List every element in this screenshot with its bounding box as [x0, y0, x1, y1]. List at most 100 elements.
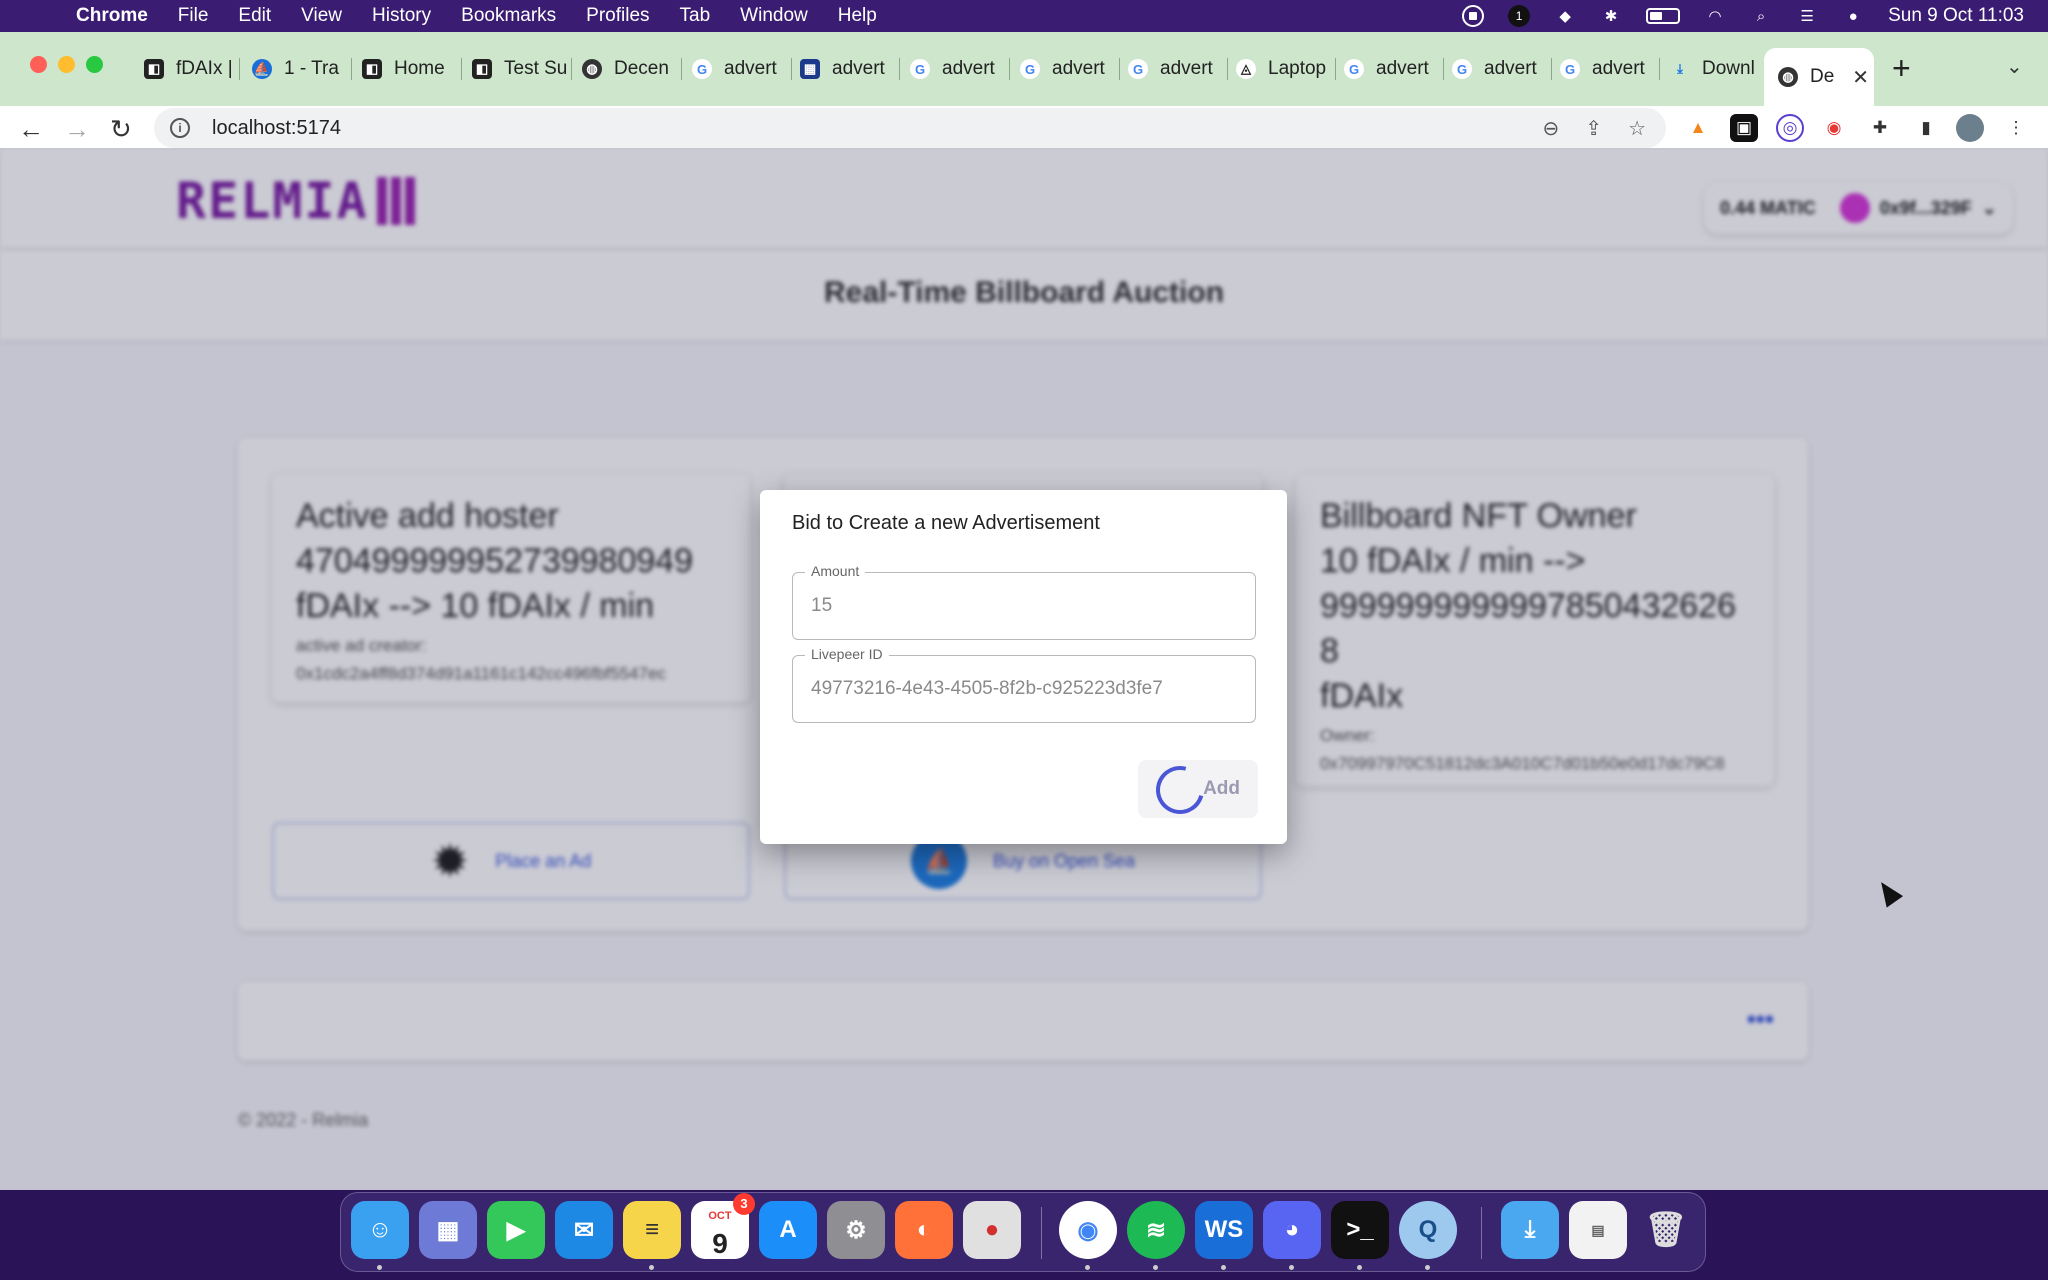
- menu-app-name[interactable]: Chrome: [76, 5, 148, 27]
- tab-label: De: [1810, 66, 1835, 87]
- new-tab-icon[interactable]: +: [1892, 50, 1911, 87]
- menu-view[interactable]: View: [301, 5, 342, 27]
- tab-laptop[interactable]: ◬ Laptop: [1236, 48, 1336, 90]
- amount-field[interactable]: Amount: [792, 563, 1256, 640]
- menu-status-area: 1 ◆ ✱ ◠ ⌕ ☰ ● Sun 9 Oct 11:03: [1462, 0, 2024, 32]
- bid-dialog: Bid to Create a new Advertisement Amount…: [760, 490, 1287, 844]
- siri-icon[interactable]: ●: [1842, 7, 1864, 25]
- menu-tab[interactable]: Tab: [680, 5, 711, 27]
- quicktime-icon[interactable]: Q: [1399, 1201, 1457, 1259]
- terminal-icon[interactable]: >_: [1331, 1201, 1389, 1259]
- tab-advert-1[interactable]: Gadvert: [692, 48, 792, 90]
- bluetooth-icon[interactable]: ✱: [1600, 7, 1622, 25]
- globe-favicon-icon: ◍: [1778, 67, 1798, 87]
- firefox-icon[interactable]: ◐: [895, 1201, 953, 1259]
- bookmark-star-icon[interactable]: ☆: [1628, 116, 1646, 141]
- menu-bookmarks[interactable]: Bookmarks: [461, 5, 556, 27]
- screen-recorder-icon[interactable]: ●: [963, 1201, 1021, 1259]
- discord-icon[interactable]: ◕: [1263, 1201, 1321, 1259]
- livepeer-id-input[interactable]: [811, 678, 1241, 700]
- menu-file[interactable]: File: [178, 5, 209, 27]
- globe-favicon-icon: ◍: [582, 59, 602, 79]
- color-extension-icon[interactable]: ◉: [1820, 114, 1848, 142]
- wifi-icon[interactable]: ◠: [1704, 7, 1726, 25]
- tab-advert-7[interactable]: Gadvert: [1452, 48, 1552, 90]
- extension-circle-icon[interactable]: ◎: [1776, 114, 1804, 142]
- address-bar[interactable]: i localhost:5174 ⊖ ⇪ ☆: [154, 108, 1666, 148]
- transak-favicon-icon: ⛵: [252, 59, 272, 79]
- reload-icon[interactable]: ↻: [110, 114, 132, 145]
- tab-downloads[interactable]: ⤓ Downl: [1670, 48, 1770, 90]
- macos-menu-bar: Chrome File Edit View History Bookmarks …: [0, 0, 2048, 32]
- tab-label: Test Su: [504, 58, 568, 79]
- livepeer-field[interactable]: Livepeer ID: [792, 646, 1256, 723]
- extension-icon[interactable]: ▣: [1730, 114, 1758, 142]
- calendar-icon[interactable]: OCT 9 3: [691, 1193, 755, 1259]
- window-zoom-button[interactable]: [86, 56, 103, 73]
- menu-edit[interactable]: Edit: [238, 5, 271, 27]
- add-button[interactable]: Add: [1138, 757, 1258, 823]
- trash-icon[interactable]: 🗑: [1637, 1201, 1695, 1259]
- webstorm-icon[interactable]: WS: [1195, 1201, 1253, 1259]
- battery-icon[interactable]: [1646, 8, 1681, 24]
- tab-transak[interactable]: ⛵ 1 - Tra: [252, 48, 352, 90]
- window-close-button[interactable]: [30, 56, 47, 73]
- menu-window[interactable]: Window: [740, 5, 808, 27]
- launchpad-icon[interactable]: ▦: [419, 1201, 477, 1259]
- tab-fdaix[interactable]: ◧ fDAIx |: [144, 48, 240, 90]
- window-minimize-button[interactable]: [58, 56, 75, 73]
- tab-advert-2[interactable]: ▦ advert: [800, 48, 900, 90]
- app-status-icon[interactable]: ◆: [1554, 7, 1576, 25]
- control-center-icon[interactable]: ☰: [1796, 7, 1818, 25]
- zoom-icon[interactable]: ⊖: [1543, 116, 1560, 141]
- tab-home[interactable]: ◧ Home: [362, 48, 462, 90]
- notes-icon[interactable]: ≡: [623, 1201, 681, 1259]
- tab-advert-5[interactable]: Gadvert: [1128, 48, 1228, 90]
- profile-avatar[interactable]: [1956, 114, 1984, 142]
- macos-dock: ☺ ▦ ▶ ✉ ≡ OCT 9 3 A ⚙ ◐ ● ◉ ≋ WS ◕ >_ Q …: [340, 1192, 1706, 1272]
- tab-test-suite[interactable]: ◧ Test Su: [472, 48, 572, 90]
- back-arrow-icon[interactable]: ←: [18, 114, 44, 145]
- facetime-icon[interactable]: ▶: [487, 1201, 545, 1259]
- forward-arrow-icon[interactable]: →: [64, 114, 90, 145]
- screen-record-icon[interactable]: [1462, 5, 1485, 27]
- menu-profiles[interactable]: Profiles: [586, 5, 649, 27]
- app-store-icon[interactable]: A: [759, 1201, 817, 1259]
- tab-label: Home: [394, 58, 445, 79]
- tab-active-dev[interactable]: ◍ De ✕: [1764, 48, 1874, 106]
- loading-spinner-icon: [1147, 757, 1213, 823]
- tab-advert-4[interactable]: Gadvert: [1020, 48, 1120, 90]
- google-favicon-icon: G: [910, 59, 930, 79]
- tab-decen[interactable]: ◍ Decen: [582, 48, 682, 90]
- menu-help[interactable]: Help: [838, 5, 877, 27]
- screenshot-thumbnail-icon[interactable]: ▤: [1569, 1201, 1627, 1259]
- puzzle-extensions-icon[interactable]: ✚: [1866, 114, 1894, 142]
- menu-clock[interactable]: Sun 9 Oct 11:03: [1888, 5, 2024, 27]
- tab-search-chevron-icon[interactable]: ⌄: [2006, 54, 2023, 79]
- site-info-icon[interactable]: i: [170, 118, 190, 138]
- tab-advert-8[interactable]: Gadvert: [1560, 48, 1660, 90]
- metamask-extension-icon[interactable]: ▲: [1684, 114, 1712, 142]
- amount-input[interactable]: [811, 595, 1241, 617]
- tab-label: advert: [1484, 58, 1537, 79]
- tab-advert-6[interactable]: Gadvert: [1344, 48, 1444, 90]
- finder-icon[interactable]: ☺: [351, 1201, 409, 1259]
- address-url[interactable]: localhost:5174: [212, 117, 341, 140]
- tab-label: Laptop: [1268, 58, 1327, 79]
- share-icon[interactable]: ⇪: [1585, 116, 1602, 141]
- notification-count-icon[interactable]: 1: [1508, 5, 1531, 27]
- google-favicon-icon: G: [1020, 59, 1040, 79]
- spotlight-search-icon[interactable]: ⌕: [1750, 7, 1772, 25]
- tab-advert-3[interactable]: Gadvert: [910, 48, 1010, 90]
- chrome-menu-icon[interactable]: ⋮: [2002, 114, 2030, 142]
- downloads-folder-icon[interactable]: ⤓: [1501, 1201, 1559, 1259]
- test-favicon-icon: ◧: [472, 59, 492, 79]
- menu-history[interactable]: History: [372, 5, 431, 27]
- calendar-badge: 3: [733, 1193, 755, 1215]
- system-preferences-icon[interactable]: ⚙: [827, 1201, 885, 1259]
- mail-icon[interactable]: ✉: [555, 1201, 613, 1259]
- close-tab-icon[interactable]: ✕: [1852, 65, 1869, 90]
- side-panel-icon[interactable]: ▮: [1912, 114, 1940, 142]
- spotify-icon[interactable]: ≋: [1127, 1201, 1185, 1259]
- chrome-dock-icon[interactable]: ◉: [1059, 1201, 1117, 1259]
